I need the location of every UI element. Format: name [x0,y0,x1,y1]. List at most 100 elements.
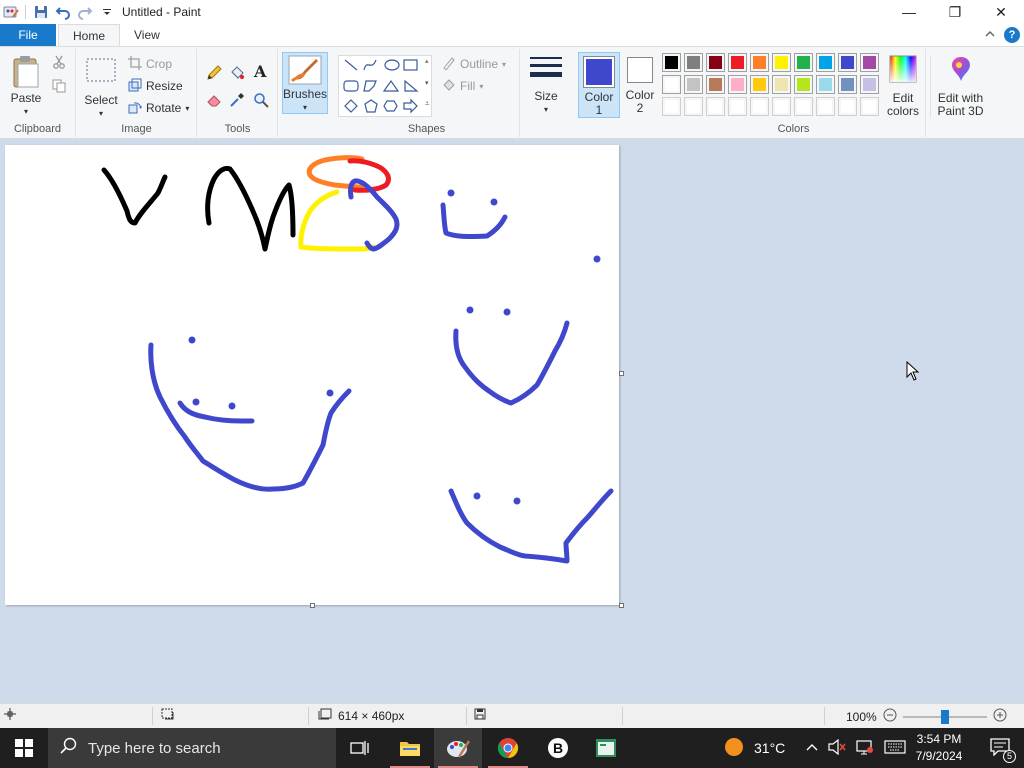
start-button[interactable] [0,728,48,768]
maximize-button[interactable]: ❐ [932,0,978,24]
palette-swatch[interactable] [794,53,813,72]
redo-icon[interactable] [76,3,94,21]
save-icon[interactable] [32,3,50,21]
taskbar-app-calc[interactable] [582,728,630,768]
image-group: Select ▾ Crop Resize Rotate ▾ Image [77,49,197,137]
edit-with-paint3d-button[interactable]: Edit with Paint 3D [930,55,990,118]
brush-icon [288,55,322,88]
edit-colors-button[interactable]: Edit colors [882,55,924,118]
palette-swatch[interactable] [728,75,747,94]
palette-swatch[interactable] [662,75,681,94]
palette-swatch[interactable] [662,53,681,72]
notification-center-button[interactable]: 5 [982,728,1018,768]
zoom-slider-thumb[interactable] [940,709,949,724]
help-icon[interactable]: ? [1004,27,1020,43]
paste-button[interactable]: Paste ▾ [6,55,46,118]
palette-swatch[interactable] [750,97,769,116]
palette-swatch[interactable] [706,75,725,94]
palette-swatch-color [841,56,854,69]
palette-swatch[interactable] [860,97,879,116]
taskbar-search-box[interactable]: Type here to search [48,728,336,768]
palette-swatch[interactable] [794,97,813,116]
taskbar-paint[interactable] [434,728,482,768]
rotate-button[interactable]: Rotate ▾ [128,98,189,118]
shapes-expand-icon[interactable]: ⩡ [425,99,430,109]
fill-bucket-icon[interactable] [229,65,245,84]
taskbar-app-b[interactable]: B [534,728,582,768]
eraser-icon[interactable] [206,92,222,111]
palette-swatch[interactable] [838,75,857,94]
palette-swatch[interactable] [728,97,747,116]
select-button[interactable]: Select ▾ [81,57,121,120]
separator-icon [24,3,28,21]
customize-toolbar-icon[interactable] [98,3,116,21]
color2-button[interactable]: Color 2 [622,57,658,119]
palette-swatch[interactable] [860,75,879,94]
volume-muted-icon[interactable] [828,738,846,758]
tab-file[interactable]: File [0,24,56,46]
stroke-blue-face-left [148,342,352,492]
cut-icon[interactable] [52,55,66,72]
show-hidden-icons-icon[interactable] [806,741,818,755]
palette-swatch-color [775,56,788,69]
palette-swatch[interactable] [816,53,835,72]
magnifier-icon[interactable] [253,92,269,111]
zoom-slider[interactable] [902,709,987,724]
resize-handle-right[interactable] [619,371,624,376]
close-button[interactable]: ✕ [978,0,1024,24]
zoom-out-button[interactable] [883,708,897,725]
palette-swatch[interactable] [860,53,879,72]
palette-swatch[interactable] [772,75,791,94]
palette-swatch[interactable] [772,97,791,116]
palette-swatch[interactable] [750,75,769,94]
outline-button[interactable]: Outline ▾ [442,54,506,74]
text-tool-icon[interactable]: A [254,62,266,81]
palette-swatch[interactable] [706,97,725,116]
taskbar-file-explorer[interactable] [386,728,434,768]
palette-swatch[interactable] [772,53,791,72]
palette-swatch[interactable] [684,53,703,72]
pencil-icon[interactable] [206,65,222,84]
crop-button[interactable]: Crop [128,54,172,74]
collapse-ribbon-icon[interactable] [984,28,996,42]
color1-button[interactable]: Color 1 [578,52,620,118]
palette-swatch[interactable] [706,53,725,72]
taskbar-clock[interactable]: 3:54 PM 7/9/2024 [906,731,972,765]
right-triangle-shape-icon [404,79,419,92]
shapes-scroll-down-icon[interactable]: ▾ [425,79,429,87]
palette-swatch[interactable] [750,53,769,72]
resize-handle-bottom[interactable] [310,603,315,608]
palette-swatch[interactable] [816,97,835,116]
palette-swatch[interactable] [728,53,747,72]
drawing-canvas[interactable] [5,145,619,605]
palette-swatch-color [665,56,678,69]
resize-button[interactable]: Resize [128,76,183,96]
task-view-button[interactable] [336,728,384,768]
keyboard-icon[interactable] [884,739,906,757]
zoom-in-button[interactable] [993,708,1007,725]
shapes-scroll-up-icon[interactable]: ▴ [425,57,429,65]
copy-icon[interactable] [52,79,66,96]
palette-swatch[interactable] [684,97,703,116]
brushes-button[interactable]: Brushes ▾ [282,52,328,114]
palette-swatch[interactable] [662,97,681,116]
palette-swatch[interactable] [838,97,857,116]
palette-swatch[interactable] [684,75,703,94]
tab-home[interactable]: Home [58,24,121,46]
color1-label-line2: 1 [595,103,603,117]
size-button[interactable]: Size ▾ [526,55,566,116]
network-icon[interactable] [856,739,874,758]
palette-swatch[interactable] [794,75,813,94]
undo-icon[interactable] [54,3,72,21]
fill-button[interactable]: Fill ▾ [442,76,483,96]
edit-colors-label-line2: colors [886,104,919,118]
palette-swatch[interactable] [838,53,857,72]
minimize-button[interactable]: — [886,0,932,24]
color-picker-icon[interactable] [229,92,245,111]
weather-widget[interactable]: 31°C [724,728,785,768]
paint-app-icon[interactable] [2,3,20,21]
resize-handle-corner[interactable] [619,603,624,608]
palette-swatch[interactable] [816,75,835,94]
taskbar-chrome[interactable] [484,728,532,768]
tab-view[interactable]: View [120,24,174,46]
